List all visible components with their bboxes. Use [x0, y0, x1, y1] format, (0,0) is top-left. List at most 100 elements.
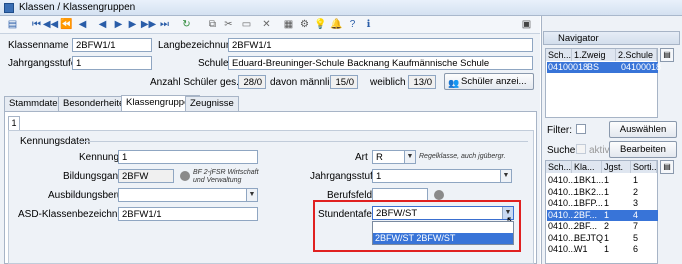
cut-icon[interactable]: ✂ [222, 18, 235, 31]
toolbar: ▤ ⏮ ◀◀ ⏪ ◀ ◀ ▶ ▶ ▶▶ ⏭ ↻ ⧉ ✂ ▭ ✕ ▦ ⚙ 💡 🔔 … [0, 16, 540, 34]
nav-cell: 4 [633, 209, 639, 220]
subtab-1[interactable]: 1 [8, 116, 20, 130]
jahrgangsstufe2-dropdown-icon[interactable]: ▼ [500, 170, 511, 182]
schueler-anzeigen-label: Schüler anzei... [461, 76, 527, 87]
next-page-icon[interactable]: ◀ [96, 18, 109, 31]
stundentafel-label: Stundentafel [318, 209, 375, 220]
nav-top-col-sch[interactable]: Sch... [546, 49, 572, 61]
asd-field[interactable]: 2BFW1/1 [118, 207, 258, 221]
aktiv-checkbox[interactable] [576, 144, 586, 154]
art-label: Art [355, 152, 368, 163]
schule-label: Schule [198, 58, 229, 69]
info-icon[interactable]: ℹ [362, 18, 375, 31]
nav-cell: 0410... [548, 186, 576, 197]
stundentafel-option[interactable]: 2BFW/ST 2BFW/ST [373, 233, 513, 244]
langbezeichnung-label: Langbezeichnung [158, 40, 237, 51]
ausbildungsberuf-field[interactable] [118, 188, 258, 202]
anzahl-label: Anzahl Schüler ges. [150, 77, 239, 88]
jahrgangsstufe2-label: Jahrgangsstufe [310, 171, 379, 182]
paste-icon[interactable]: ▭ [240, 18, 253, 31]
pin-icon[interactable]: ▣ [520, 18, 533, 31]
delete-icon[interactable]: ✕ [260, 18, 273, 31]
nav-col-sortierung[interactable]: Sorti... [631, 161, 657, 173]
nav-cell: 1 [604, 198, 610, 208]
ausbildungsberuf-dropdown-icon[interactable]: ▼ [246, 189, 257, 201]
last-icon[interactable]: ⏭ [158, 18, 171, 31]
nav-row[interactable]: 0410... 1BK2... 1 2 [547, 187, 658, 198]
nav-grid-menu-icon[interactable]: ▤ [660, 160, 674, 174]
suche-label: Suche: [547, 145, 579, 156]
berufsfeld-circle-icon [434, 190, 444, 200]
bell-icon[interactable]: 🔔 [330, 18, 343, 31]
students-icon: 👥 [448, 78, 460, 88]
nav-col-sch[interactable]: Sch... [546, 161, 572, 173]
kennung-field[interactable]: 1 [118, 150, 258, 164]
nav-top-col-zweig[interactable]: 1.Zweig [572, 49, 616, 61]
schule-field[interactable]: Eduard-Breuninger-Schule Backnang Kaufmä… [228, 56, 533, 70]
nav-row[interactable]: 0410... 2BF... 2 7 [547, 221, 658, 232]
bildungsgang-note: BF 2-jFSR Wirtschaft und Verwaltung [193, 169, 259, 184]
new-icon[interactable]: ▤ [6, 18, 19, 31]
nav-col-klasse[interactable]: Kla... [572, 161, 602, 173]
nav-cell: 2 [633, 186, 639, 197]
grid-icon[interactable]: ▦ [282, 18, 295, 31]
nav-row[interactable]: 0410... W1 1 6 [547, 244, 658, 255]
tab-zeugnisse[interactable]: Zeugnisse [185, 96, 239, 111]
klassenname-field[interactable]: 2BFW1/1 [72, 38, 152, 52]
first-record-icon[interactable]: ⏪ [60, 18, 73, 31]
window-icon [4, 3, 14, 13]
art-dropdown-icon[interactable]: ▼ [404, 151, 415, 163]
nav-cell: 0410... [548, 198, 576, 208]
title-bar: Klassen / Klassengruppen [0, 0, 682, 16]
nav-cell: 2BF... [574, 209, 598, 220]
maennlich-field: 15/0 [330, 75, 358, 89]
nav-cell: 1BK2... [574, 186, 604, 197]
nav-cell: 0410... [548, 244, 576, 254]
schueler-anzeigen-button[interactable]: 👥 Schüler anzei... [444, 73, 534, 90]
prev-icon[interactable]: ◀ [76, 18, 89, 31]
nav-cell: 1 [604, 186, 610, 197]
nav-cell: 2 [604, 221, 610, 231]
nav-cell: 1 [604, 232, 610, 243]
auswaehlen-button[interactable]: Auswählen [609, 121, 677, 138]
bearbeiten-button[interactable]: Bearbeiten [609, 141, 677, 158]
nav-cell: 0410... [548, 209, 576, 220]
bulb-icon[interactable]: 💡 [314, 18, 327, 31]
stundentafel-field[interactable]: 2BFW/ST [372, 206, 514, 220]
nav-row[interactable]: 0410... BEJTQ 1 5 [547, 233, 658, 244]
nav-cell: 3 [633, 198, 639, 208]
ausbildungsberuf-label: Ausbildungsberuf [48, 190, 126, 201]
nav-top-row[interactable]: 04100018 BS 04100018 [547, 62, 662, 73]
nav-cell: 6 [633, 244, 639, 254]
navigator-header: Navigator [543, 31, 680, 45]
next-icon[interactable]: ▶ [112, 18, 125, 31]
jahrgangsstufe2-field[interactable]: 1 [372, 169, 512, 183]
last-page-icon[interactable]: ▶▶ [141, 18, 156, 31]
nav-row[interactable]: 0410... 2BF... 1 4 [547, 209, 658, 221]
help-icon[interactable]: ? [346, 18, 359, 31]
jahrgangsstufe-field[interactable]: 1 [72, 56, 152, 70]
nav-col-jgst[interactable]: Jgst. [602, 161, 631, 173]
next-record-icon[interactable]: ▶ [126, 18, 139, 31]
nav-top-cell: 04100018 [548, 62, 589, 72]
kennung-label: Kennung [79, 152, 120, 163]
nav-cell: 1 [604, 244, 610, 254]
nav-top-cell: BS [587, 62, 600, 72]
aktiv-label: aktiv [589, 145, 610, 156]
refresh-icon[interactable]: ↻ [180, 18, 193, 31]
asd-label: ASD-Klassenbezeichnung [18, 209, 135, 220]
bildungsgang-field[interactable]: 2BFW [118, 169, 174, 183]
langbezeichnung-field[interactable]: 2BFW1/1 [228, 38, 533, 52]
info-circle-icon [180, 171, 190, 181]
filter-checkbox[interactable] [576, 124, 586, 134]
copy-icon[interactable]: ⧉ [206, 18, 219, 31]
first-icon[interactable]: ⏮ [30, 18, 43, 31]
weiblich-label: weiblich [370, 77, 406, 88]
nav-row[interactable]: 0410... 1BK1... 1 1 [547, 175, 658, 186]
settings-icon[interactable]: ⚙ [298, 18, 311, 31]
prev-page-icon[interactable]: ◀◀ [43, 18, 58, 31]
nav-top-cell: 04100018 [621, 62, 662, 72]
nav-top-col-schule[interactable]: 2.Schule [616, 49, 657, 61]
nav-top-menu-icon[interactable]: ▤ [660, 48, 674, 62]
nav-row[interactable]: 0410... 1BFP... 1 3 [547, 198, 658, 209]
